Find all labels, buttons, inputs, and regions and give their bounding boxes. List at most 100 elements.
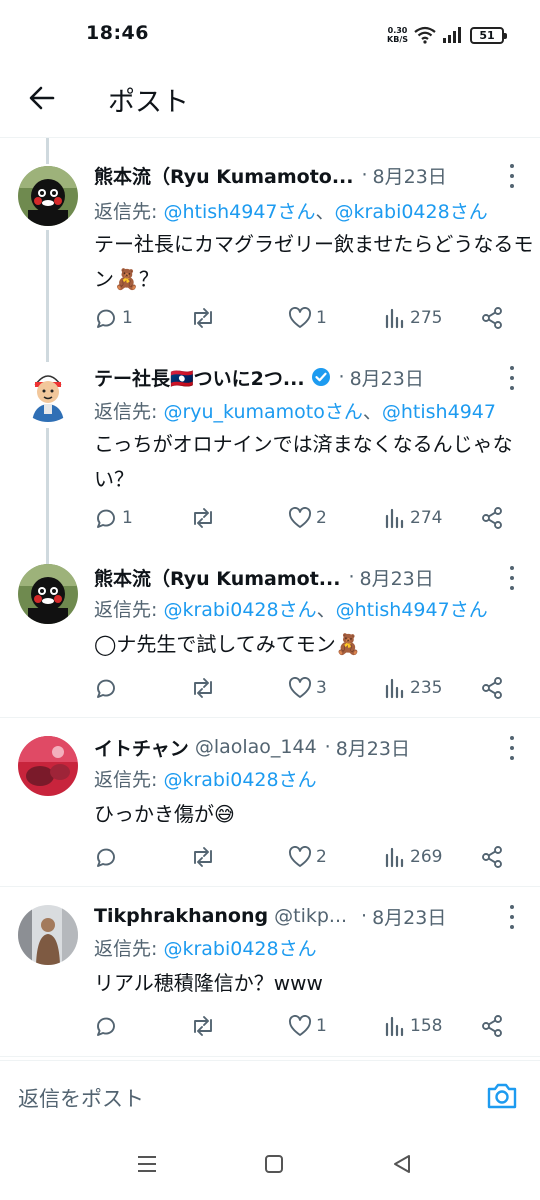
mention-link[interactable]: @htish4947さん xyxy=(163,201,315,223)
avatar[interactable] xyxy=(18,362,78,422)
post-header: Tikphrakhanong @tikp... · 8月23日 xyxy=(94,901,540,931)
share-button[interactable] xyxy=(480,844,504,870)
post-date[interactable]: 8月23日 xyxy=(359,564,433,591)
reply-to-label: 返信先: xyxy=(94,599,164,621)
mention-link[interactable]: @htish4947 xyxy=(382,401,496,423)
reply-composer[interactable]: 返信をポスト xyxy=(0,1060,540,1130)
like-button[interactable]: 2 xyxy=(288,844,327,870)
like-button[interactable]: 2 xyxy=(288,505,327,531)
reply-button[interactable] xyxy=(94,844,122,870)
recent-apps-button[interactable] xyxy=(136,1154,158,1178)
share-nodes-icon xyxy=(482,677,502,699)
author-handle[interactable]: @laolao_144 xyxy=(195,736,317,758)
avatar[interactable] xyxy=(18,905,78,965)
bar-chart-icon xyxy=(385,678,404,699)
network-speed-unit: KB/S xyxy=(387,35,408,44)
wifi-icon xyxy=(414,26,436,44)
reply-to: 返信先: @ryu_kumamotoさん、@htish4947 xyxy=(94,397,540,424)
views-count: 274 xyxy=(410,508,443,528)
share-button[interactable] xyxy=(480,305,504,331)
post-card[interactable]: 熊本流（Ryu Kumamot... · 8月23日 返信先: @krabi04… xyxy=(0,548,540,718)
heart-icon xyxy=(289,307,311,328)
reply-input[interactable]: 返信をポスト xyxy=(18,1083,144,1113)
reply-button[interactable]: 1 xyxy=(94,505,133,531)
author-name[interactable]: イトチャン xyxy=(94,734,189,761)
bar-chart-icon xyxy=(385,1016,404,1037)
post-card[interactable]: Tikphrakhanong @tikp... · 8月23日 返信先: @kr… xyxy=(0,887,540,1057)
repost-button[interactable] xyxy=(190,1013,220,1039)
system-back-button[interactable] xyxy=(392,1154,412,1178)
share-nodes-icon xyxy=(482,307,502,329)
views-button[interactable]: 275 xyxy=(384,305,442,331)
reply-to-label: 返信先: xyxy=(94,201,164,223)
reply-button[interactable] xyxy=(94,1013,122,1039)
author-name[interactable]: Tikphrakhanong xyxy=(94,905,268,927)
views-button[interactable]: 235 xyxy=(384,675,442,701)
mention-link[interactable]: @krabi0428さん xyxy=(335,201,488,223)
post-card[interactable]: 熊本流（Ryu Kumamoto... · 8月23日 返信先: @htish4… xyxy=(0,138,540,346)
repost-arrows-icon xyxy=(194,678,212,698)
repost-button[interactable] xyxy=(190,844,220,870)
share-button[interactable] xyxy=(480,675,504,701)
more-options-icon[interactable] xyxy=(508,566,516,590)
views-count: 235 xyxy=(410,678,443,698)
menu-lines-icon xyxy=(138,1156,156,1172)
share-button[interactable] xyxy=(480,505,504,531)
post-date[interactable]: 8月23日 xyxy=(372,903,446,930)
avatar[interactable] xyxy=(18,564,78,624)
share-nodes-icon xyxy=(482,846,502,868)
more-options-icon[interactable] xyxy=(508,736,516,760)
speech-bubble-icon xyxy=(97,309,115,328)
reply-to: 返信先: @htish4947さん、@krabi0428さん xyxy=(94,197,540,224)
camera-button[interactable] xyxy=(486,1081,518,1111)
more-options-icon[interactable] xyxy=(508,164,516,188)
views-button[interactable]: 269 xyxy=(384,844,442,870)
mention-link[interactable]: @htish4947さん xyxy=(336,599,488,621)
post-card[interactable]: テー社長🇱🇦ついに2つ... · 8月23日 返信先: @ryu_kumamot… xyxy=(0,346,540,548)
post-date[interactable]: 8月23日 xyxy=(350,364,424,391)
mention-link[interactable]: @krabi0428さん xyxy=(163,599,316,621)
like-button[interactable]: 3 xyxy=(288,675,327,701)
mention-link[interactable]: @ryu_kumamotoさん xyxy=(163,401,362,423)
post-date[interactable]: 8月23日 xyxy=(336,734,410,761)
views-button[interactable]: 274 xyxy=(384,505,442,531)
author-name[interactable]: テー社長🇱🇦ついに2つ... xyxy=(94,364,305,391)
post-text: ひっかき傷が😅 xyxy=(94,802,235,826)
mention-link[interactable]: @krabi0428さん xyxy=(163,769,316,791)
views-button[interactable]: 158 xyxy=(384,1013,442,1039)
post-card[interactable]: イトチャン @laolao_144 · 8月23日 返信先: @krabi042… xyxy=(0,718,540,887)
reply-button[interactable]: 1 xyxy=(94,305,133,331)
repost-button[interactable] xyxy=(190,505,220,531)
post-text: テー社長にカマグラゼリー飲ませたらどうなるモン🧸？ xyxy=(94,232,534,291)
post-header: 熊本流（Ryu Kumamoto... · 8月23日 xyxy=(94,160,540,190)
top-app-bar: ポスト xyxy=(0,66,540,138)
network-speed-value: 0.30 xyxy=(387,26,408,35)
share-button[interactable] xyxy=(480,1013,504,1039)
dot-separator: · xyxy=(348,566,355,588)
like-button[interactable]: 1 xyxy=(288,305,327,331)
dot-separator: · xyxy=(338,366,345,388)
post-text: リアル穂積隆信か？www xyxy=(94,971,323,995)
post-date[interactable]: 8月23日 xyxy=(373,162,447,189)
heart-icon xyxy=(289,677,311,698)
repost-arrows-icon xyxy=(194,508,212,528)
reply-button[interactable] xyxy=(94,675,122,701)
reply-count: 1 xyxy=(122,508,133,528)
author-name[interactable]: 熊本流（Ryu Kumamot... xyxy=(94,564,340,591)
views-count: 269 xyxy=(410,847,443,867)
like-count: 1 xyxy=(316,1016,327,1036)
mention-link[interactable]: @krabi0428さん xyxy=(163,938,316,960)
more-options-icon[interactable] xyxy=(508,366,516,390)
dot-separator: · xyxy=(361,164,368,186)
repost-button[interactable] xyxy=(190,305,220,331)
more-options-icon[interactable] xyxy=(508,905,516,929)
author-handle[interactable]: @tikp... xyxy=(274,905,347,927)
reply-to-label: 返信先: xyxy=(94,938,164,960)
avatar[interactable] xyxy=(18,166,78,226)
back-button[interactable] xyxy=(24,80,60,116)
home-button[interactable] xyxy=(264,1154,284,1178)
author-name[interactable]: 熊本流（Ryu Kumamoto... xyxy=(94,162,353,189)
like-button[interactable]: 1 xyxy=(288,1013,327,1039)
repost-button[interactable] xyxy=(190,675,220,701)
avatar[interactable] xyxy=(18,736,78,796)
